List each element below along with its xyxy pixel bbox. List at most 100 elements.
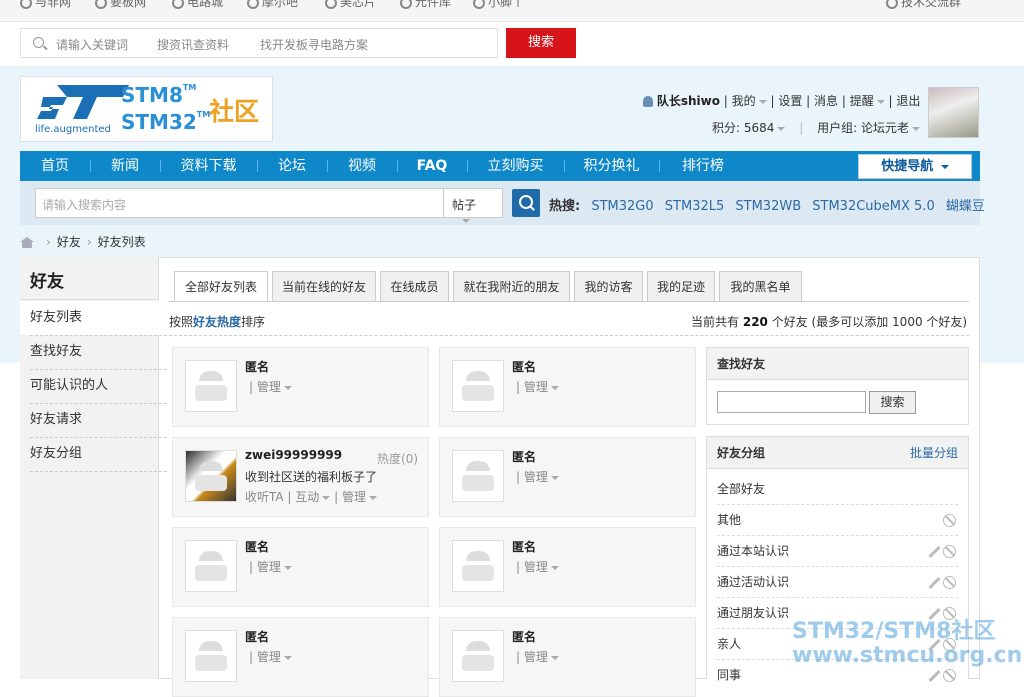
- avatar[interactable]: [452, 630, 504, 682]
- manage-menu[interactable]: 管理: [342, 490, 366, 504]
- friend-name[interactable]: 匿名: [245, 538, 269, 555]
- manage-menu[interactable]: | 管理: [516, 378, 559, 395]
- friend-name[interactable]: 匿名: [245, 358, 269, 375]
- search-scope-select[interactable]: 帖子: [443, 188, 503, 223]
- find-friend-input[interactable]: [717, 391, 866, 413]
- manage-menu[interactable]: | 管理: [249, 378, 292, 395]
- points-menu[interactable]: 积分: 5684: [712, 121, 774, 135]
- hot-search-link[interactable]: STM32WB: [735, 199, 801, 214]
- sidebar-title: 好友: [30, 272, 64, 292]
- avatar[interactable]: [452, 540, 504, 592]
- group-item[interactable]: 其他: [717, 505, 958, 536]
- user-avatar[interactable]: [928, 87, 979, 138]
- nav-forum[interactable]: 论坛: [257, 151, 327, 181]
- top-link-1[interactable]: 与非网: [20, 0, 71, 10]
- ban-icon[interactable]: [943, 669, 956, 682]
- ban-icon[interactable]: [943, 576, 956, 589]
- nav-faq[interactable]: FAQ: [397, 151, 467, 181]
- edit-icon[interactable]: [928, 669, 941, 683]
- avatar[interactable]: [452, 360, 504, 412]
- nav-news[interactable]: 新闻: [90, 151, 160, 181]
- sidebar-item-groups[interactable]: 好友分组: [20, 437, 159, 471]
- manage-menu[interactable]: | 管理: [516, 558, 559, 575]
- nav-downloads[interactable]: 资料下载: [160, 151, 257, 181]
- nav-ranking[interactable]: 排行榜: [659, 151, 747, 181]
- tab-all-friends[interactable]: 全部好友列表: [174, 271, 268, 302]
- username-link[interactable]: 队长shiwo: [657, 94, 720, 108]
- avatar[interactable]: [185, 450, 237, 502]
- sidebar-item-find-friends[interactable]: 查找好友: [20, 335, 159, 369]
- manage-menu[interactable]: | 管理: [516, 648, 559, 665]
- hot-search-link[interactable]: STM32CubeMX 5.0: [812, 199, 934, 214]
- global-search-input[interactable]: 请输入关键词 搜资讯查资料 找开发板寻电路方案: [20, 28, 498, 58]
- hot-search-link[interactable]: 蝴蝶豆: [946, 199, 985, 214]
- search-hint-boards[interactable]: 找开发板寻电路方案: [260, 36, 368, 53]
- sidebar-item-may-know[interactable]: 可能认识的人: [20, 369, 159, 403]
- forum-search-button[interactable]: [512, 189, 540, 217]
- nav-home[interactable]: 首页: [20, 151, 90, 181]
- group-item[interactable]: 通过本站认识: [717, 536, 958, 567]
- batch-group-link[interactable]: 批量分组: [910, 437, 958, 469]
- site-icon: [20, 0, 32, 9]
- site-logo[interactable]: life.augmented STM8TM STM32TM 社区: [20, 76, 273, 142]
- friend-name[interactable]: 匿名: [512, 538, 536, 555]
- remind-menu[interactable]: 提醒: [850, 94, 874, 108]
- hot-search-link[interactable]: STM32L5: [665, 199, 724, 214]
- tab-blacklist[interactable]: 我的黑名单: [719, 271, 802, 301]
- friend-name[interactable]: 匿名: [245, 628, 269, 645]
- friend-card: 匿名 | 管理: [439, 347, 696, 427]
- edit-icon[interactable]: [928, 576, 941, 590]
- top-link-5[interactable]: 美芯片: [325, 0, 376, 10]
- avatar[interactable]: [185, 360, 237, 412]
- nav-buy[interactable]: 立刻购买: [467, 151, 564, 181]
- nav-points-gift[interactable]: 积分换礼: [564, 151, 659, 181]
- sort-by-heat-link[interactable]: 好友热度: [193, 315, 241, 329]
- friend-name[interactable]: 匿名: [512, 358, 536, 375]
- top-link-2[interactable]: 要板网: [95, 0, 146, 10]
- manage-menu[interactable]: | 管理: [249, 558, 292, 575]
- top-link-6[interactable]: 元件库: [400, 0, 451, 10]
- usergroup-menu[interactable]: 用户组: 论坛元老: [817, 121, 909, 135]
- follow-link[interactable]: 收听TA: [245, 490, 284, 504]
- settings-link[interactable]: 设置: [778, 94, 802, 108]
- edit-icon[interactable]: [928, 545, 941, 559]
- friend-card: 匿名 | 管理: [439, 617, 696, 697]
- quick-nav-button[interactable]: 快捷导航: [858, 154, 972, 179]
- ban-icon[interactable]: [943, 545, 956, 558]
- messages-link[interactable]: 消息: [814, 94, 838, 108]
- nav-video[interactable]: 视频: [327, 151, 397, 181]
- top-link-3[interactable]: 电路城: [172, 0, 223, 10]
- logout-link[interactable]: 退出: [896, 94, 920, 108]
- group-item[interactable]: 通过活动认识: [717, 567, 958, 598]
- forum-search-input[interactable]: 请输入搜索内容: [35, 188, 444, 218]
- top-link-7[interactable]: 小脚丫: [473, 0, 524, 10]
- tech-group-link[interactable]: 技术交流群: [886, 0, 961, 10]
- friend-name[interactable]: 匿名: [512, 628, 536, 645]
- sidebar-item-requests[interactable]: 好友请求: [20, 403, 159, 437]
- search-hint-news[interactable]: 搜资讯查资料: [157, 36, 229, 53]
- tab-online-friends[interactable]: 当前在线的好友: [272, 271, 376, 301]
- home-icon[interactable]: [20, 237, 34, 248]
- hot-search-link[interactable]: STM32G0: [591, 199, 653, 214]
- tab-visitors[interactable]: 我的访客: [574, 271, 643, 301]
- breadcrumb-friends[interactable]: 好友: [57, 235, 81, 249]
- avatar[interactable]: [452, 450, 504, 502]
- avatar[interactable]: [185, 540, 237, 592]
- manage-menu[interactable]: | 管理: [249, 648, 292, 665]
- tab-footprints[interactable]: 我的足迹: [647, 271, 715, 301]
- manage-menu[interactable]: | 管理: [516, 468, 559, 485]
- group-item[interactable]: 全部好友: [717, 474, 958, 505]
- friend-name[interactable]: 匿名: [512, 448, 536, 465]
- tab-nearby[interactable]: 就在我附近的朋友: [453, 271, 570, 301]
- avatar[interactable]: [185, 630, 237, 682]
- top-link-4[interactable]: 摩尔吧: [247, 0, 298, 10]
- find-friend-button[interactable]: 搜索: [869, 391, 916, 414]
- global-search-button[interactable]: 搜索: [506, 28, 576, 58]
- interact-menu[interactable]: 互动: [295, 490, 319, 504]
- breadcrumb-friend-list[interactable]: 好友列表: [98, 235, 146, 249]
- my-menu[interactable]: 我的: [732, 94, 756, 108]
- sidebar-item-friend-list[interactable]: 好友列表: [20, 301, 159, 335]
- friend-name[interactable]: zwei99999999: [245, 448, 342, 462]
- tab-online-members[interactable]: 在线成员: [380, 271, 449, 301]
- ban-icon[interactable]: [943, 514, 956, 527]
